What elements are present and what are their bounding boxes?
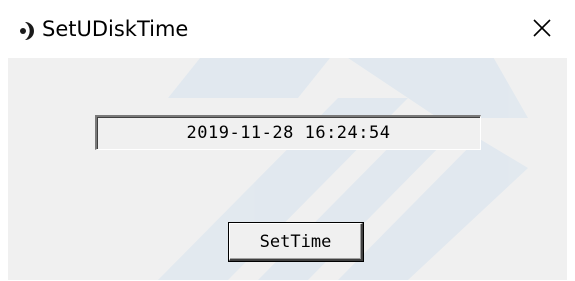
settime-button[interactable]: SetTime xyxy=(229,223,363,261)
title-bar[interactable]: SetUDiskTime xyxy=(0,0,575,58)
datetime-field[interactable]: 2019-11-28 16:24:54 xyxy=(95,115,481,150)
close-icon xyxy=(531,17,553,43)
close-button[interactable] xyxy=(516,10,568,50)
app-window: SetUDiskTime 2019-11-28 16:24:54 SetTime xyxy=(0,0,575,281)
client-area: 2019-11-28 16:24:54 SetTime xyxy=(8,58,567,280)
window-title: SetUDiskTime xyxy=(42,17,189,41)
moon-crescent-icon xyxy=(9,17,37,45)
